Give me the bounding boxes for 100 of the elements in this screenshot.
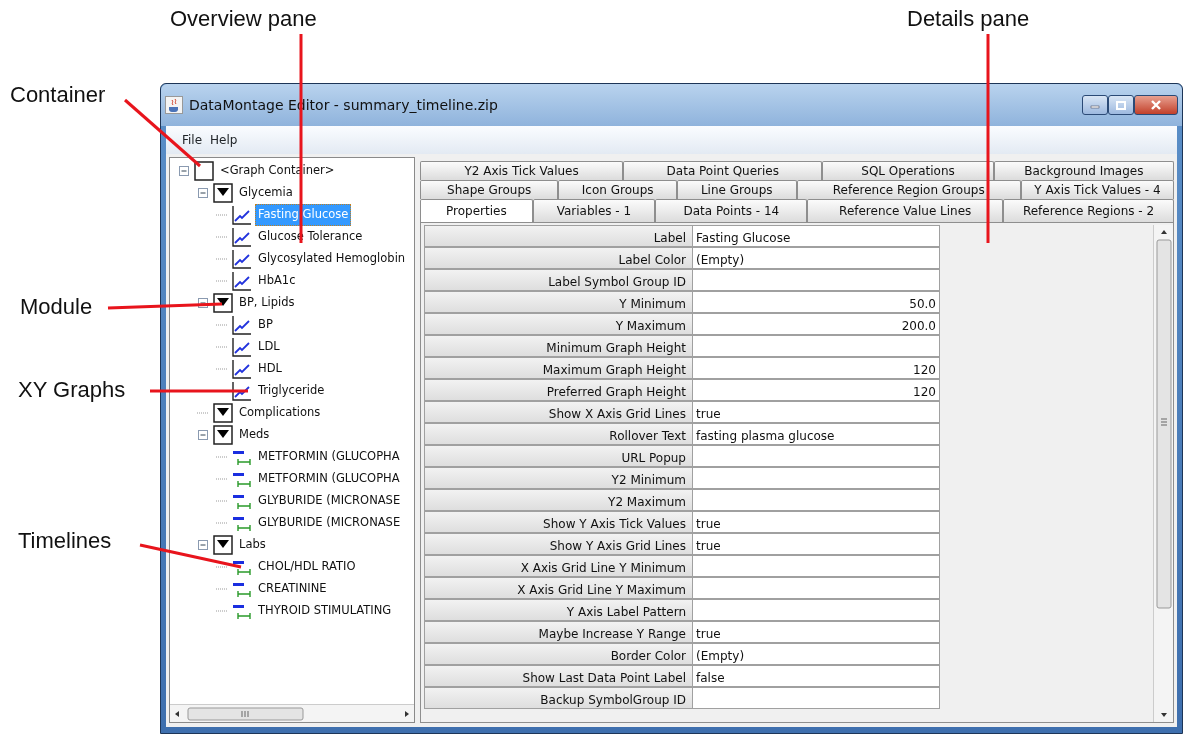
tab[interactable]: SQL Operations [822, 161, 994, 180]
tree-item[interactable]: Complications [236, 402, 324, 424]
maximize-button[interactable] [1108, 95, 1134, 115]
tab[interactable]: Background Images [993, 161, 1174, 180]
property-value[interactable] [693, 489, 940, 511]
tree-item[interactable]: METFORMIN (GLUCOPHA [255, 468, 403, 490]
tab[interactable]: Shape Groups [420, 180, 559, 199]
property-name: Maximum Graph Height [424, 357, 693, 379]
property-name: Y2 Maximum [424, 489, 693, 511]
property-name: Show Y Axis Tick Values [424, 511, 693, 533]
tree-connector [216, 236, 228, 238]
tree-connector [216, 610, 228, 612]
vertical-scrollbar[interactable] [1153, 225, 1173, 722]
tab[interactable]: Variables - 1 [532, 199, 656, 222]
property-name: Y2 Minimum [424, 467, 693, 489]
property-value[interactable] [693, 467, 940, 489]
timeline-icon [232, 580, 252, 598]
callout-label: Overview pane [170, 8, 317, 30]
property-value[interactable]: true [693, 533, 940, 555]
property-value[interactable] [693, 335, 940, 357]
property-name: Minimum Graph Height [424, 335, 693, 357]
property-value[interactable] [693, 445, 940, 467]
property-value[interactable]: true [693, 511, 940, 533]
tree-item[interactable]: HDL [255, 358, 285, 380]
tab[interactable]: Reference Region Groups [796, 180, 1021, 199]
property-name: Maybe Increase Y Range [424, 621, 693, 643]
callout-label: Timelines [18, 530, 112, 552]
callout-label: XY Graphs [18, 379, 126, 401]
tree-item[interactable]: METFORMIN (GLUCOPHA [255, 446, 403, 468]
tree-connector [216, 456, 228, 458]
collapse-icon[interactable] [179, 166, 189, 176]
property-value[interactable] [693, 577, 940, 599]
tree-item[interactable]: THYROID STIMULATING [255, 600, 395, 622]
timeline-icon [232, 448, 252, 466]
tab[interactable]: Y Axis Tick Values - 4 [1020, 180, 1174, 199]
collapse-icon[interactable] [198, 298, 208, 308]
tab[interactable]: Reference Value Lines [807, 199, 1004, 222]
tree-item[interactable]: Labs [236, 534, 269, 556]
timeline-icon [232, 558, 252, 576]
callout-label: Details pane [907, 8, 1030, 30]
tab[interactable]: Icon Groups [558, 180, 677, 199]
property-value[interactable]: true [693, 401, 940, 423]
property-name: Y Minimum [424, 291, 693, 313]
property-name: Label Color [424, 247, 693, 269]
property-name: Show Y Axis Grid Lines [424, 533, 693, 555]
tree-connector [216, 346, 228, 348]
line-graph-icon [232, 315, 252, 335]
property-value[interactable]: fasting plasma glucose [693, 423, 940, 445]
property-value[interactable]: (Empty) [693, 643, 940, 665]
line-graph-icon [232, 227, 252, 247]
tree-connector [216, 258, 228, 260]
tab[interactable]: Data Point Queries [623, 161, 823, 180]
menu-item[interactable]: Help [210, 131, 238, 149]
property-name: X Axis Grid Line Y Minimum [424, 555, 693, 577]
tree-connector [216, 566, 228, 568]
property-name: Show X Axis Grid Lines [424, 401, 693, 423]
property-name: Y Axis Label Pattern [424, 599, 693, 621]
tree-item[interactable]: CREATININE [255, 578, 330, 600]
property-value[interactable] [693, 555, 940, 577]
property-value[interactable]: 120 [693, 379, 940, 401]
property-value[interactable]: false [693, 665, 940, 687]
collapse-icon[interactable] [198, 430, 208, 440]
tree-connector [216, 368, 228, 370]
menu-item[interactable]: File [182, 131, 203, 149]
tree-item[interactable]: GLYBURIDE (MICRONASE [255, 512, 404, 534]
collapse-icon[interactable] [198, 540, 208, 550]
property-value[interactable]: 120 [693, 357, 940, 379]
tab[interactable]: Reference Regions - 2 [1003, 199, 1174, 222]
property-value[interactable]: Fasting Glucose [693, 225, 940, 247]
tree-item[interactable]: CHOL/HDL RATIO [255, 556, 359, 578]
square-icon [194, 161, 214, 181]
tree-item[interactable]: BP, Lipids [236, 292, 298, 314]
tree-item[interactable]: LDL [255, 336, 283, 358]
tab[interactable]: Properties [420, 199, 533, 222]
property-value[interactable]: true [693, 621, 940, 643]
callout-label: Module [20, 296, 93, 318]
tab[interactable]: Y2 Axis Tick Values [420, 161, 624, 180]
minimize-button[interactable] [1082, 95, 1108, 115]
close-button[interactable] [1134, 95, 1178, 115]
line-graph-icon [232, 381, 252, 401]
tree-item[interactable]: GLYBURIDE (MICRONASE [255, 490, 404, 512]
property-name: URL Popup [424, 445, 693, 467]
property-value[interactable]: 200.0 [693, 313, 940, 335]
tree-connector [197, 412, 209, 414]
property-value[interactable]: (Empty) [693, 247, 940, 269]
tree-item[interactable]: Glycosylated Hemoglobin [255, 248, 409, 270]
tree-item[interactable]: BP [255, 314, 276, 336]
tree-item[interactable]: Glycemia [236, 182, 296, 204]
tree-item[interactable]: Meds [236, 424, 273, 446]
tab[interactable]: Data Points - 14 [655, 199, 808, 222]
property-value[interactable] [693, 269, 940, 291]
property-value[interactable]: 50.0 [693, 291, 940, 313]
collapse-icon[interactable] [198, 188, 208, 198]
tab[interactable]: Line Groups [676, 180, 797, 199]
timeline-icon [232, 602, 252, 620]
property-value[interactable] [693, 687, 940, 709]
tree-item[interactable]: Triglyceride [255, 380, 328, 402]
property-value[interactable] [693, 599, 940, 621]
tree-item[interactable]: HbA1c [255, 270, 299, 292]
horizontal-scrollbar[interactable] [170, 704, 414, 722]
